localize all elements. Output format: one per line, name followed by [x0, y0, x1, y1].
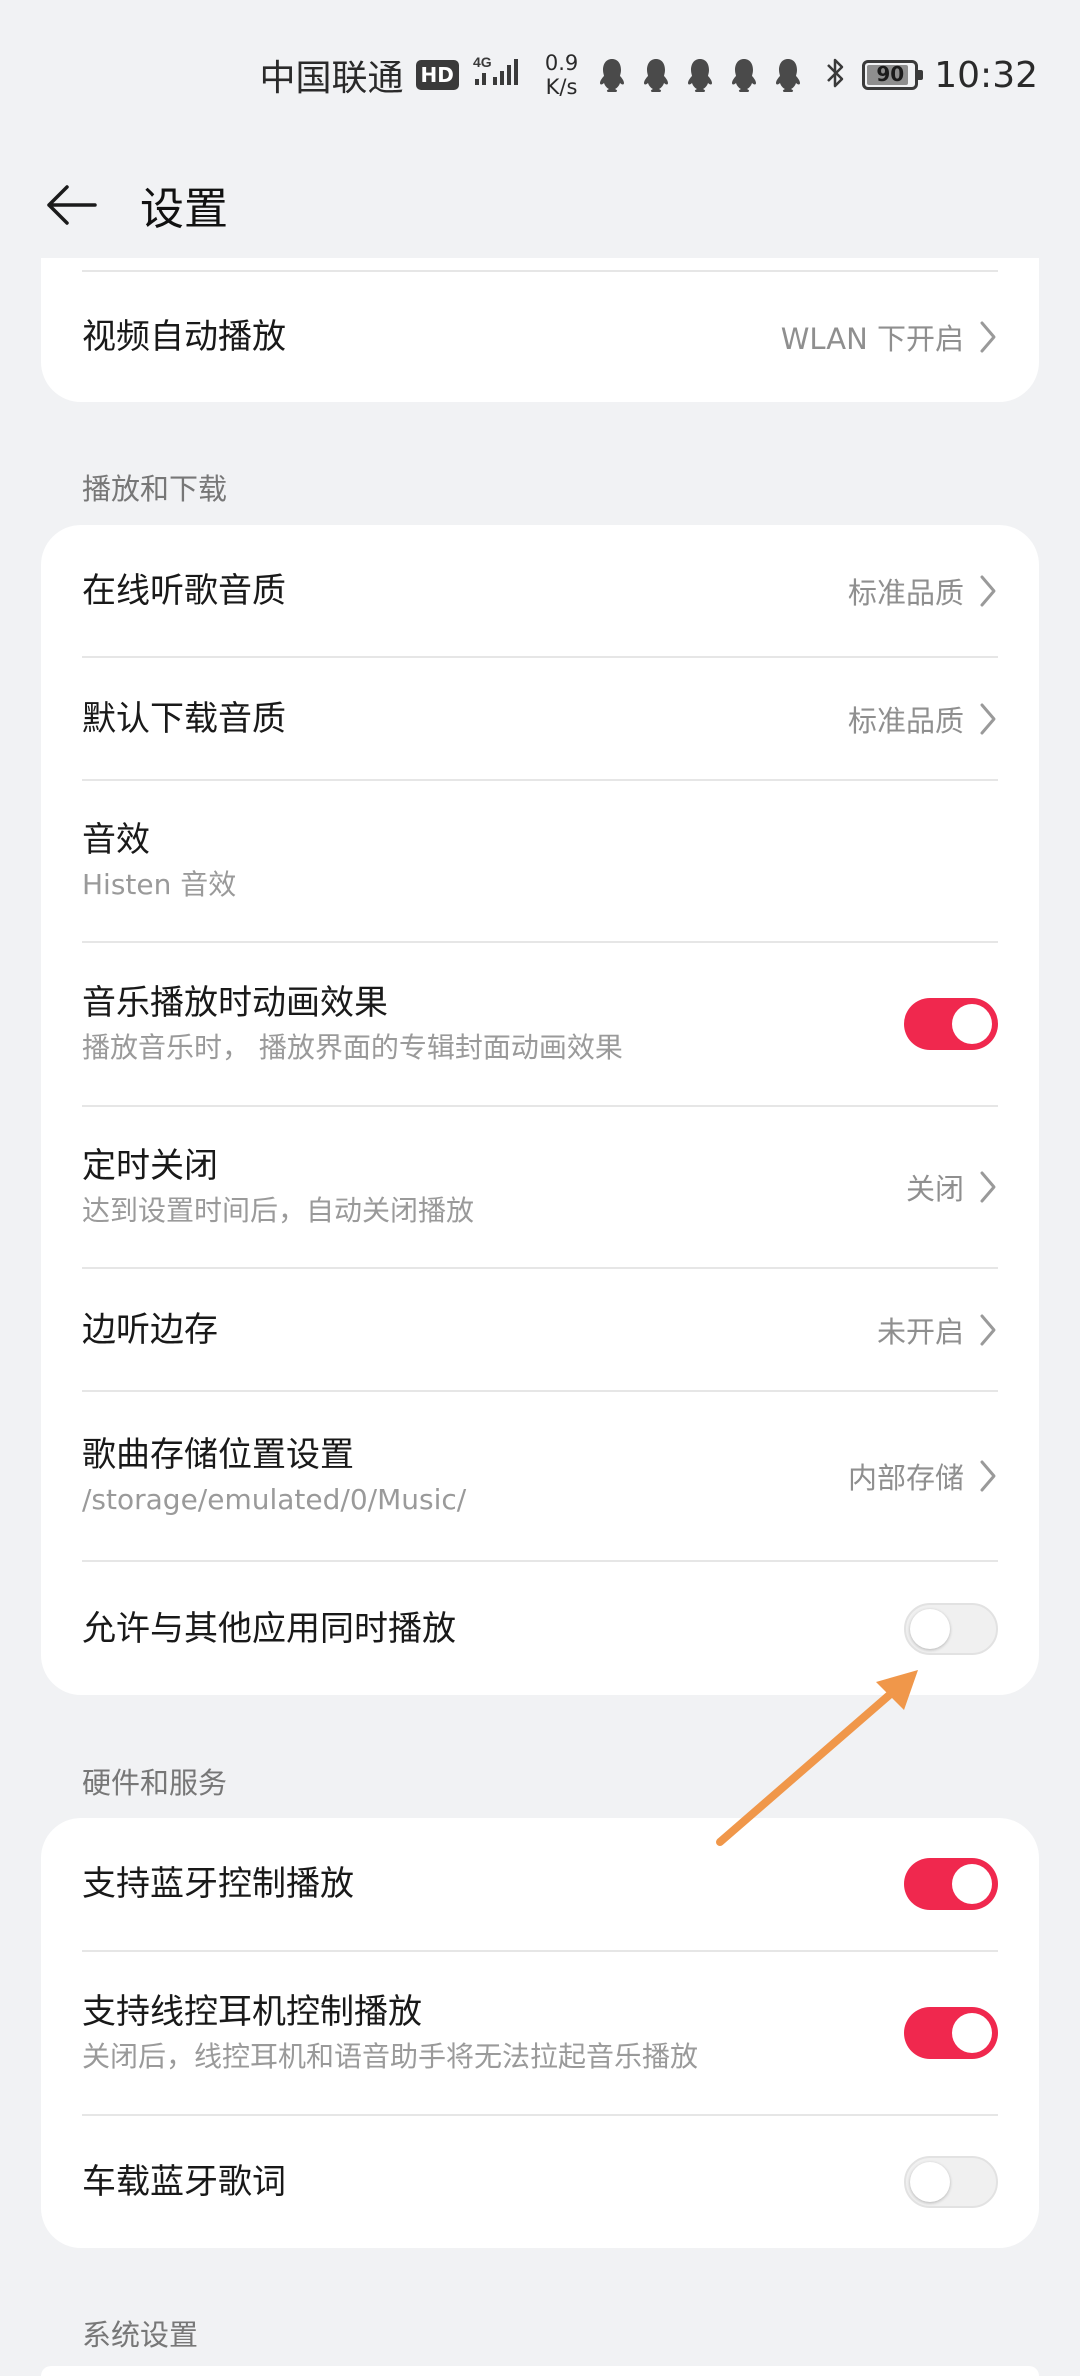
setting-description: 达到设置时间后，自动关闭播放 [82, 1194, 475, 1227]
bluetooth-control-toggle[interactable] [904, 1858, 998, 1910]
arrow-left-icon [47, 185, 97, 225]
section-title-hardware: 硬件和服务 [82, 1766, 228, 1800]
chevron-right-icon [980, 321, 996, 353]
hardware-settings-card: 支持蓝牙控制播放 支持线控耳机控制播放 关闭后，线控耳机和语音助手将无法拉起音乐… [41, 1818, 1039, 2248]
setting-label: 边听边存 [82, 1309, 218, 1350]
setting-row-online-quality[interactable]: 在线听歌音质 标准品质 [82, 525, 998, 656]
speed-unit: K/s [545, 75, 578, 99]
setting-label: 音乐播放时动画效果 [82, 983, 388, 1023]
setting-value: WLAN 下开启 [780, 322, 964, 356]
section-title-system: 系统设置 [82, 2318, 199, 2352]
setting-value: 关闭 [905, 1172, 964, 1206]
battery-icon: 90 [862, 60, 924, 90]
setting-description: 关闭后，线控耳机和语音助手将无法拉起音乐播放 [82, 2040, 699, 2073]
setting-value: 未开启 [876, 1314, 964, 1349]
setting-row-wired-headset-control: 支持线控耳机控制播放 关闭后，线控耳机和语音助手将无法拉起音乐播放 [82, 1952, 998, 2114]
chevron-right-icon [980, 1460, 996, 1492]
setting-row-video-autoplay[interactable]: 视频自动播放 WLAN 下开启 [82, 272, 998, 402]
mix-with-other-apps-toggle[interactable] [904, 1602, 998, 1655]
toggle-knob [910, 1608, 950, 1649]
setting-row-car-bluetooth-lyrics: 车载蓝牙歌词 [82, 2116, 998, 2248]
chevron-right-icon [980, 1171, 996, 1203]
setting-label: 支持蓝牙控制播放 [82, 1864, 354, 1904]
setting-label: 在线听歌音质 [82, 570, 286, 611]
notification-icons [596, 57, 804, 93]
signal-4g-icon: 4G [473, 53, 529, 97]
setting-description: Histen 音效 [82, 868, 237, 901]
car-bluetooth-lyrics-toggle[interactable] [904, 2156, 998, 2208]
playback-settings-card: 在线听歌音质 标准品质 默认下载音质 标准品质 音效 Histen 音效 音乐播… [41, 525, 1039, 1695]
setting-row-download-quality[interactable]: 默认下载音质 标准品质 [82, 658, 998, 779]
carrier-name: 中国联通 [259, 58, 404, 99]
back-button[interactable] [36, 170, 106, 240]
page-title: 设置 [140, 184, 228, 235]
network-speed: 0.9 K/s [545, 51, 578, 99]
wired-headset-control-toggle[interactable] [904, 2007, 998, 2059]
qq-icon [732, 59, 757, 92]
setting-label: 音效 [82, 820, 150, 860]
setting-description: 播放音乐时， 播放界面的专辑封面动画效果 [82, 1031, 623, 1064]
system-settings-card [41, 2366, 1039, 2376]
toggle-knob [910, 2162, 950, 2202]
setting-label: 车载蓝牙歌词 [82, 2162, 286, 2202]
setting-label: 允许与其他应用同时播放 [82, 1608, 456, 1649]
setting-row-sleep-timer[interactable]: 定时关闭 达到设置时间后，自动关闭播放 关闭 [82, 1107, 998, 1267]
chevron-right-icon [980, 703, 996, 734]
app-header: 设置 [0, 150, 1080, 260]
setting-row-play-animation: 音乐播放时动画效果 播放音乐时， 播放界面的专辑封面动画效果 [82, 943, 998, 1105]
setting-row-cache-while-playing[interactable]: 边听边存 未开启 [82, 1269, 998, 1390]
qq-icon [688, 59, 713, 92]
setting-row-bluetooth-control: 支持蓝牙控制播放 [82, 1818, 998, 1950]
setting-description: /storage/emulated/0/Music/ [82, 1483, 467, 1516]
bluetooth-icon [824, 55, 848, 95]
toggle-knob [952, 1864, 992, 1904]
qq-icon [644, 59, 669, 92]
network-type: 4G [473, 54, 492, 70]
play-animation-toggle[interactable] [904, 998, 998, 1050]
status-bar: 中国联通 HD 4G 0.9 K/s 90 10:32 [0, 0, 1080, 150]
chevron-right-icon [980, 575, 996, 606]
setting-row-sound-effects[interactable]: 音效 Histen 音效 [82, 781, 998, 941]
setting-label: 定时关闭 [82, 1146, 218, 1186]
setting-value: 内部存储 [847, 1461, 964, 1495]
toggle-knob [952, 1004, 992, 1044]
chevron-right-icon [980, 1314, 996, 1345]
setting-row-storage-location[interactable]: 歌曲存储位置设置 /storage/emulated/0/Music/ 内部存储 [82, 1392, 998, 1560]
battery-level: 90 [876, 62, 905, 86]
setting-value: 标准品质 [847, 703, 964, 738]
setting-label: 歌曲存储位置设置 [82, 1435, 354, 1475]
clock: 10:32 [934, 54, 1038, 96]
battery-cap [918, 70, 924, 80]
setting-label: 支持线控耳机控制播放 [82, 1992, 422, 2032]
toggle-knob [952, 2013, 992, 2053]
top-settings-card: 视频自动播放 WLAN 下开启 [41, 258, 1039, 402]
qq-icon [600, 59, 625, 92]
qq-icon [776, 59, 801, 92]
setting-row-mix-with-other-apps: 允许与其他应用同时播放 [82, 1562, 998, 1695]
hd-badge: HD [415, 60, 459, 90]
setting-label: 默认下载音质 [82, 698, 286, 739]
speed-value: 0.9 [544, 51, 579, 75]
setting-label: 视频自动播放 [82, 317, 286, 357]
section-title-playback: 播放和下载 [82, 472, 228, 506]
setting-value: 标准品质 [847, 575, 964, 610]
